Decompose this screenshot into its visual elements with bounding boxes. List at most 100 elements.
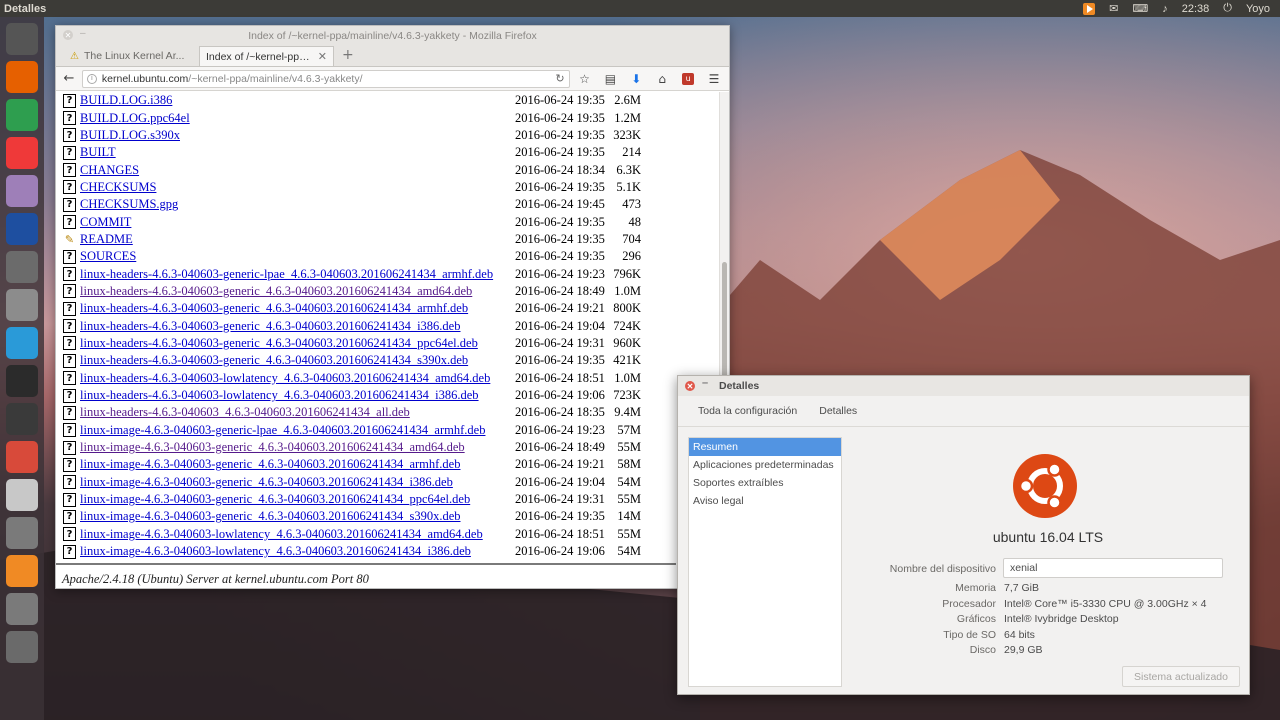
list-item: ? linux-image-4.6.3-040603-generic_4.6.3-…	[63, 456, 641, 473]
file-link[interactable]: linux-headers-4.6.3-040603-lowlatency_4.…	[80, 371, 490, 386]
keyboard-icon[interactable]: ⌨	[1132, 2, 1148, 15]
file-size: 473	[622, 197, 641, 212]
file-date: 2016-06-24 19:35	[515, 353, 605, 368]
user-name[interactable]: Yoyo	[1246, 3, 1270, 15]
file-size: 296	[622, 249, 641, 264]
launcher-files-icon[interactable]	[6, 175, 38, 207]
file-link[interactable]: SOURCES	[80, 249, 136, 264]
unknown-file-icon: ?	[63, 145, 76, 160]
device-name-field[interactable]: xenial	[1003, 558, 1223, 578]
launcher-terminal-app-icon[interactable]	[6, 251, 38, 283]
power-icon[interactable]: ⏻	[1223, 2, 1232, 15]
file-link[interactable]: linux-image-4.6.3-040603-generic_4.6.3-0…	[80, 475, 453, 490]
volume-icon[interactable]: ♪	[1162, 3, 1168, 15]
reload-icon[interactable]: ↻	[555, 72, 564, 85]
file-link[interactable]: linux-headers-4.6.3-040603-generic_4.6.3…	[80, 353, 468, 368]
file-link[interactable]: linux-headers-4.6.3-040603_4.6.3-040603.…	[80, 405, 410, 420]
info-icon[interactable]: i	[86, 73, 97, 84]
launcher-deepin-icon[interactable]	[6, 327, 38, 359]
url-bar[interactable]: i kernel.ubuntu.com/~kernel-ppa/mainline…	[81, 69, 570, 88]
bookmark-star-icon[interactable]: ☆	[574, 72, 596, 86]
sidebar-item-default-apps[interactable]: Aplicaciones predeterminadas	[689, 456, 841, 474]
file-size: 5.1K	[616, 179, 641, 194]
launcher-utility-icon[interactable]	[6, 479, 38, 511]
launcher-chrome-icon[interactable]	[6, 99, 38, 131]
launcher-terminal-icon[interactable]	[6, 365, 38, 397]
file-link[interactable]: linux-headers-4.6.3-040603-lowlatency_4.…	[80, 388, 479, 403]
close-icon[interactable]: ✕	[685, 381, 695, 391]
list-item: ? linux-headers-4.6.3-040603-generic_4.6.…	[63, 317, 641, 334]
crumb-all-settings[interactable]: Toda la configuración	[698, 405, 797, 417]
file-link[interactable]: linux-headers-4.6.3-040603-generic_4.6.3…	[80, 319, 460, 334]
file-link[interactable]: linux-image-4.6.3-040603-generic_4.6.3-0…	[80, 457, 460, 472]
reading-list-icon[interactable]: ▤	[599, 72, 621, 86]
file-link[interactable]: BUILD.LOG.ppc64el	[80, 111, 190, 126]
home-icon[interactable]: ⌂	[651, 72, 673, 86]
file-link[interactable]: linux-headers-4.6.3-040603-generic_4.6.3…	[80, 284, 472, 299]
vlc-indicator-icon[interactable]	[1083, 2, 1096, 15]
sidebar-item-legal[interactable]: Aviso legal	[689, 492, 841, 510]
file-link[interactable]: BUILD.LOG.i386	[80, 93, 172, 108]
file-link[interactable]: linux-image-4.6.3-040603-lowlatency_4.6.…	[80, 544, 471, 559]
file-size: 421K	[613, 353, 641, 368]
file-link[interactable]: linux-image-4.6.3-040603-generic_4.6.3-0…	[80, 509, 461, 524]
disk-label: Disco	[969, 644, 996, 656]
launcher-vivaldi-icon[interactable]	[6, 137, 38, 169]
file-link[interactable]: linux-image-4.6.3-040603-lowlatency_4.6.…	[80, 527, 483, 542]
back-icon[interactable]: ←	[60, 71, 78, 86]
memory-label: Memoria	[955, 582, 996, 594]
minimize-icon[interactable]: –	[80, 28, 86, 39]
list-item: ? CHECKSUMS 2016-06-24 19:35 5.1K	[63, 179, 641, 196]
ublock-icon[interactable]: u	[682, 72, 695, 85]
new-tab-button[interactable]: +	[334, 47, 362, 66]
file-link[interactable]: COMMIT	[80, 215, 131, 230]
file-link[interactable]: linux-headers-4.6.3-040603-generic_4.6.3…	[80, 336, 478, 351]
launcher-settings-icon[interactable]	[6, 517, 38, 549]
sidebar-item-removable-media[interactable]: Soportes extraíbles	[689, 474, 841, 492]
tab-index-of[interactable]: Index of /~kernel-ppa/... ✕	[199, 46, 334, 66]
launcher-obs-icon[interactable]	[6, 403, 38, 435]
launcher-system-settings-icon[interactable]	[6, 593, 38, 625]
firefox-titlebar[interactable]: ✕ – Index of /~kernel-ppa/mainline/v4.6.…	[56, 26, 729, 45]
os-type-label: Tipo de SO	[943, 629, 996, 641]
file-date: 2016-06-24 19:21	[515, 457, 605, 472]
sidebar-item-resumen[interactable]: Resumen	[689, 438, 841, 456]
file-link[interactable]: linux-headers-4.6.3-040603-generic-lpae_…	[80, 267, 493, 282]
file-date: 2016-06-24 18:49	[515, 283, 605, 298]
file-link[interactable]: BUILD.LOG.s390x	[80, 128, 180, 143]
launcher-firefox-icon[interactable]	[6, 61, 38, 93]
crumb-details[interactable]: Detalles	[819, 405, 857, 417]
clock[interactable]: 22:38	[1182, 3, 1210, 15]
file-link[interactable]: CHECKSUMS.gpg	[80, 197, 178, 212]
launcher-drive-icon[interactable]	[6, 631, 38, 663]
unknown-file-icon: ?	[63, 284, 76, 299]
file-link[interactable]: BUILT	[80, 145, 116, 160]
list-item: ? linux-headers-4.6.3-040603-generic_4.6.…	[63, 300, 641, 317]
menu-icon[interactable]: ☰	[703, 72, 725, 86]
file-date: 2016-06-24 18:34	[515, 162, 605, 177]
file-link[interactable]: linux-image-4.6.3-040603-generic_4.6.3-0…	[80, 492, 470, 507]
mail-icon[interactable]: ✉	[1109, 2, 1118, 15]
system-updated-button[interactable]: Sistema actualizado	[1122, 666, 1240, 687]
file-size: 55M	[617, 492, 641, 507]
file-link[interactable]: CHANGES	[80, 163, 139, 178]
file-link[interactable]: linux-image-4.6.3-040603-generic-lpae_4.…	[80, 423, 485, 438]
close-icon[interactable]: ✕	[63, 30, 73, 40]
launcher-archive-icon[interactable]	[6, 289, 38, 321]
file-link[interactable]: README	[80, 232, 133, 247]
tab-linux-kernel-archives[interactable]: ⚠ The Linux Kernel Ar...	[64, 46, 199, 66]
file-size: 800K	[613, 301, 641, 316]
file-size: 58M	[617, 457, 641, 472]
launcher-downloader-icon[interactable]	[6, 441, 38, 473]
launcher-ubuntu-dash-icon[interactable]	[6, 23, 38, 55]
file-link[interactable]: CHECKSUMS	[80, 180, 156, 195]
minimize-icon[interactable]: –	[702, 377, 708, 389]
launcher-vlc-icon[interactable]	[6, 555, 38, 587]
details-titlebar[interactable]: ✕ – Detalles	[678, 376, 1249, 396]
tab-close-icon[interactable]: ✕	[318, 50, 327, 63]
launcher-audacity-icon[interactable]	[6, 213, 38, 245]
file-link[interactable]: linux-image-4.6.3-040603-generic_4.6.3-0…	[80, 440, 465, 455]
download-icon[interactable]: ⬇	[625, 72, 647, 86]
file-link[interactable]: linux-headers-4.6.3-040603-generic_4.6.3…	[80, 301, 468, 316]
file-size: 214	[622, 145, 641, 160]
